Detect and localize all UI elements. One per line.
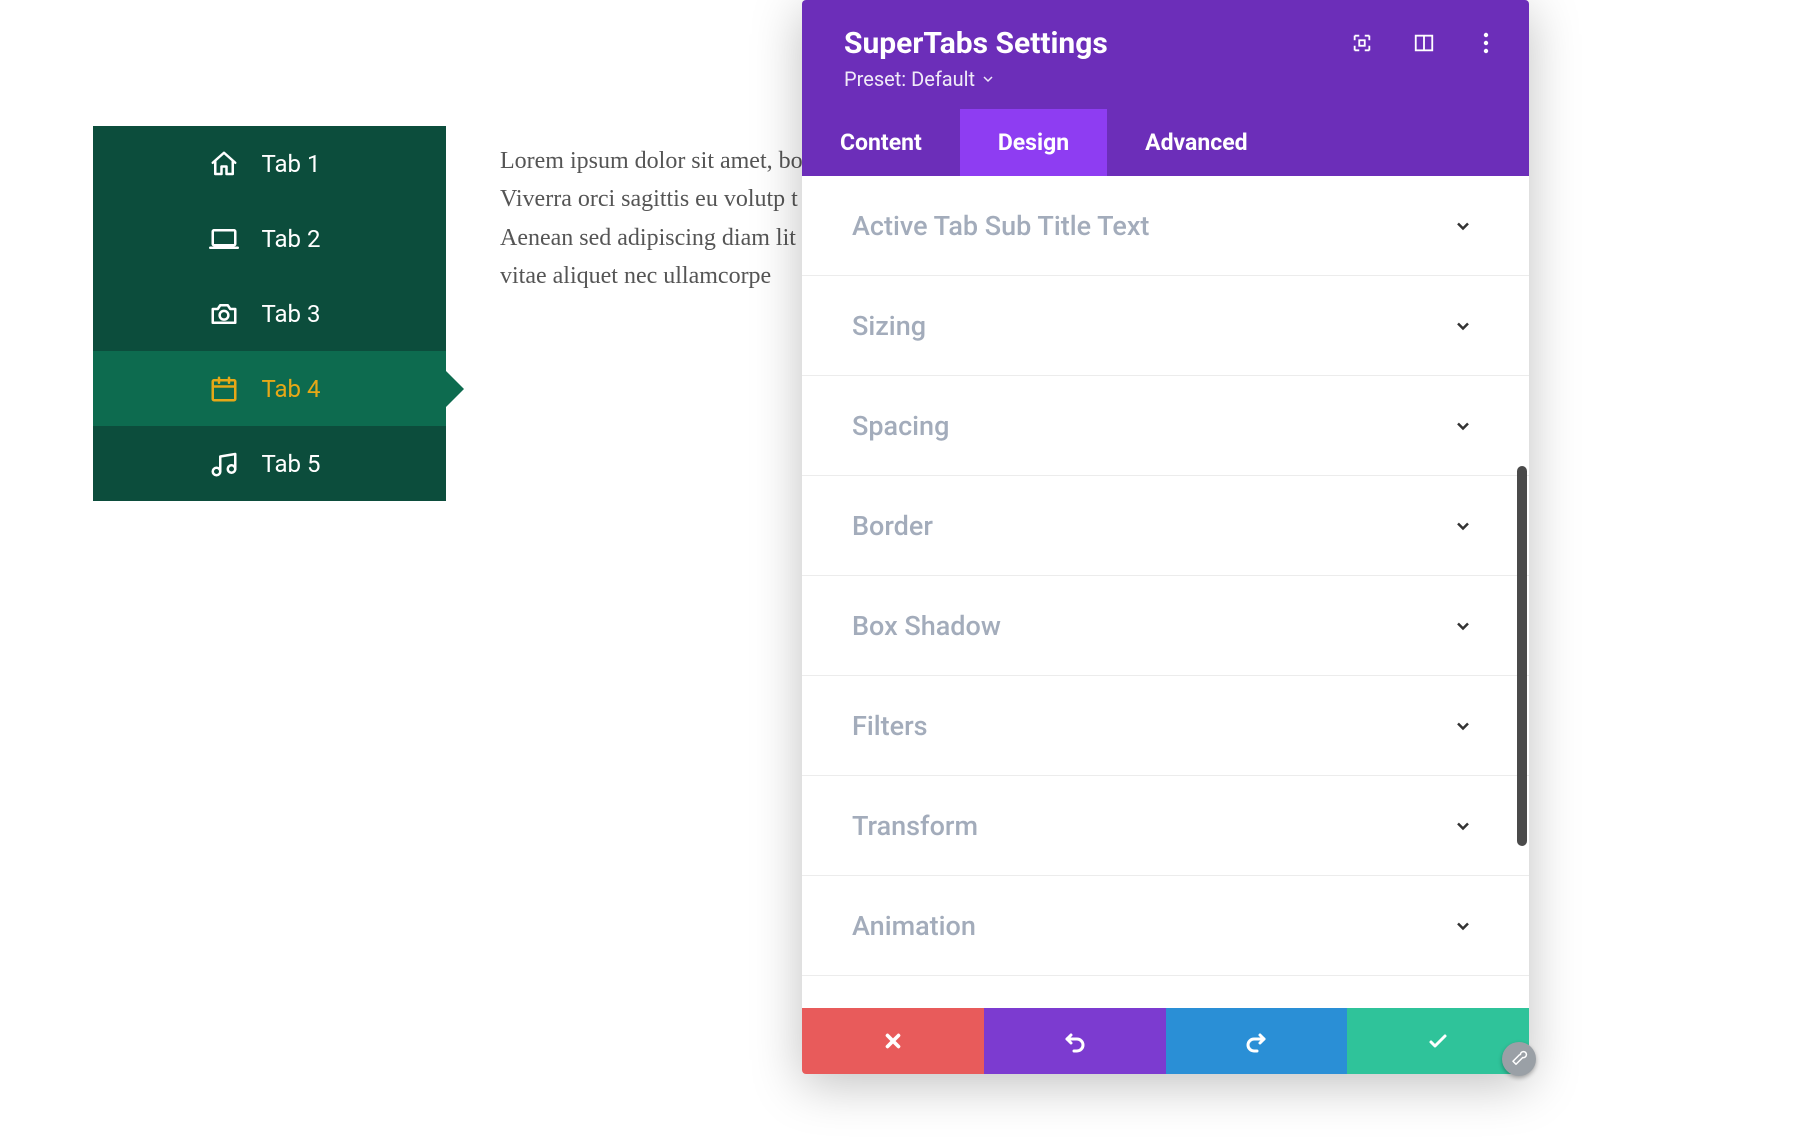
redo-icon: [1244, 1029, 1268, 1053]
more-icon[interactable]: [1473, 30, 1499, 56]
modal-tabs: Content Design Advanced: [802, 109, 1529, 176]
music-icon: [208, 448, 240, 480]
section-filters[interactable]: Filters: [802, 676, 1529, 776]
help-fab[interactable]: [1502, 1042, 1536, 1076]
section-active-tab-subtitle[interactable]: Active Tab Sub Title Text: [802, 176, 1529, 276]
cancel-button[interactable]: [802, 1008, 984, 1074]
calendar-icon: [208, 373, 240, 405]
modal-footer: [802, 1008, 1529, 1074]
caret-down-icon: [983, 74, 993, 84]
section-box-shadow[interactable]: Box Shadow: [802, 576, 1529, 676]
expand-icon[interactable]: [1349, 30, 1375, 56]
tab-label: Tab 5: [262, 450, 332, 478]
redo-button[interactable]: [1166, 1008, 1348, 1074]
chevron-down-icon: [1453, 416, 1473, 436]
section-label: Border: [852, 510, 933, 542]
section-label: Animation: [852, 910, 976, 942]
section-label: Sizing: [852, 310, 926, 342]
chevron-down-icon: [1453, 816, 1473, 836]
tab-label: Tab 3: [262, 300, 332, 328]
section-label: Spacing: [852, 410, 949, 442]
tab-advanced[interactable]: Advanced: [1107, 109, 1285, 176]
preset-selector[interactable]: Preset: Default: [844, 67, 1487, 91]
modal-body: Active Tab Sub Title Text Sizing Spacing…: [802, 176, 1529, 1008]
chevron-down-icon: [1453, 516, 1473, 536]
section-label: Active Tab Sub Title Text: [852, 210, 1149, 242]
chevron-down-icon: [1453, 616, 1473, 636]
settings-sections: Active Tab Sub Title Text Sizing Spacing…: [802, 176, 1529, 1008]
chevron-down-icon: [1453, 216, 1473, 236]
vertical-tabs: Tab 1 Tab 2 Tab 3 Tab 4 Tab 5: [93, 126, 446, 501]
chevron-down-icon: [1453, 316, 1473, 336]
columns-icon[interactable]: [1411, 30, 1437, 56]
tab-item-1[interactable]: Tab 1: [93, 126, 446, 201]
camera-icon: [208, 298, 240, 330]
check-icon: [1426, 1029, 1450, 1053]
chevron-down-icon: [1453, 716, 1473, 736]
section-sizing[interactable]: Sizing: [802, 276, 1529, 376]
scrollbar-thumb[interactable]: [1517, 466, 1527, 846]
tab-content[interactable]: Content: [802, 109, 960, 176]
section-spacing[interactable]: Spacing: [802, 376, 1529, 476]
tab-label: Tab 2: [262, 225, 332, 253]
home-icon: [208, 148, 240, 180]
section-border[interactable]: Border: [802, 476, 1529, 576]
laptop-icon: [208, 223, 240, 255]
save-button[interactable]: [1347, 1008, 1529, 1074]
tab-item-3[interactable]: Tab 3: [93, 276, 446, 351]
section-label: Filters: [852, 710, 928, 742]
modal-header: SuperTabs Settings Preset: Default: [802, 0, 1529, 109]
tab-item-5[interactable]: Tab 5: [93, 426, 446, 501]
settings-modal: SuperTabs Settings Preset: Default Conte…: [802, 0, 1529, 1074]
wrench-icon: [1510, 1050, 1528, 1068]
close-icon: [882, 1030, 904, 1052]
preset-label: Preset: Default: [844, 67, 975, 91]
undo-button[interactable]: [984, 1008, 1166, 1074]
undo-icon: [1063, 1029, 1087, 1053]
tab-item-4[interactable]: Tab 4: [93, 351, 446, 426]
tab-label: Tab 4: [262, 375, 332, 403]
chevron-down-icon: [1453, 916, 1473, 936]
section-animation[interactable]: Animation: [802, 876, 1529, 976]
tab-label: Tab 1: [262, 150, 332, 178]
section-transform[interactable]: Transform: [802, 776, 1529, 876]
section-label: Transform: [852, 810, 978, 842]
tab-design[interactable]: Design: [960, 109, 1107, 176]
section-label: Box Shadow: [852, 610, 1001, 642]
tab-item-2[interactable]: Tab 2: [93, 201, 446, 276]
